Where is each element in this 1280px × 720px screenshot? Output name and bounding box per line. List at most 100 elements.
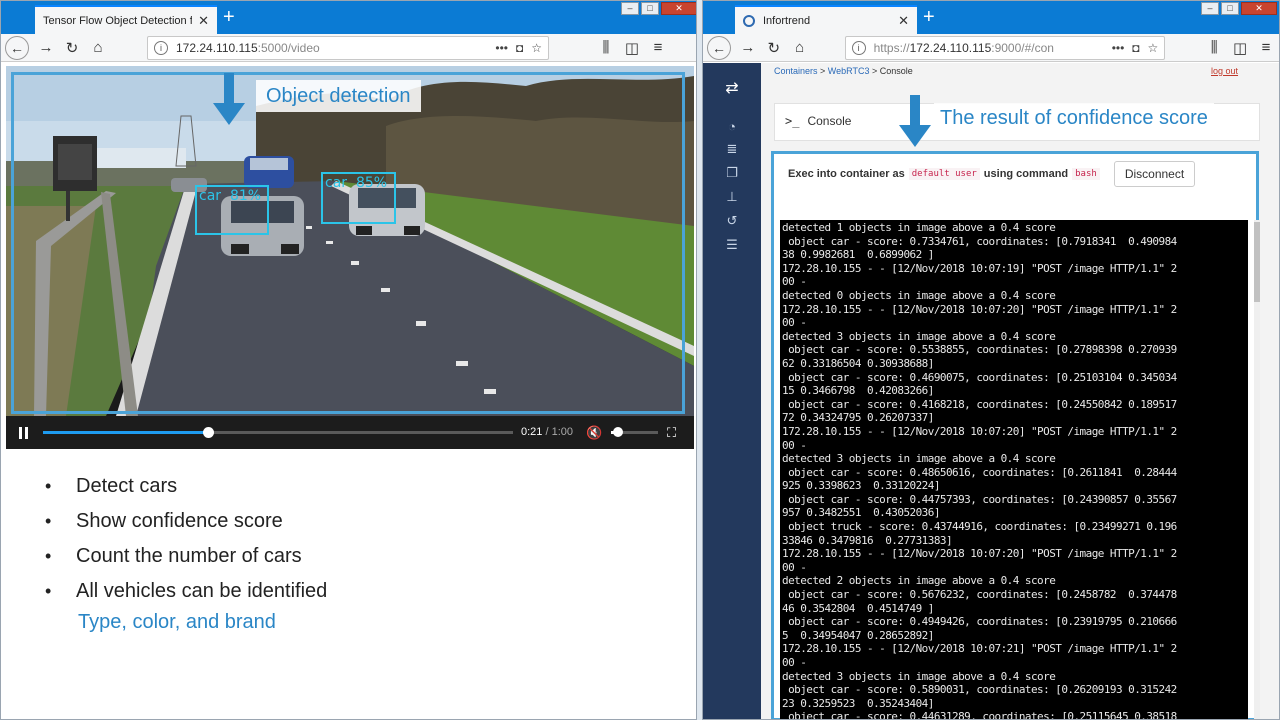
stack-icon[interactable]: ❐: [723, 165, 741, 181]
forward-arrow-icon[interactable]: →: [735, 39, 761, 56]
terminal-line: object truck - score: 0.43744916, coordi…: [782, 520, 1177, 534]
tab-title: Tensor Flow Object Detection fro: [43, 14, 193, 27]
breadcrumb-sep: >: [869, 66, 880, 76]
terminal-line: 925 0.3398623 0.33120224]: [782, 479, 940, 493]
volume-slider[interactable]: [611, 427, 658, 437]
url-path: :5000/video: [257, 40, 320, 55]
breadcrumb-containers[interactable]: Containers: [774, 66, 818, 76]
logout-link[interactable]: log out: [1211, 66, 1238, 76]
minimize-icon[interactable]: –: [1201, 2, 1219, 15]
progress-scrubber[interactable]: [202, 427, 214, 438]
volume-knob[interactable]: [613, 427, 624, 437]
pocket-icon[interactable]: ◘: [516, 41, 523, 55]
progress-bar[interactable]: [43, 427, 513, 438]
back-arrow-icon[interactable]: ←: [707, 35, 731, 60]
desktop: Tensor Flow Object Detection fro ✕ + – □…: [0, 0, 1280, 720]
more-actions-icon[interactable]: •••: [1112, 41, 1125, 55]
maximize-icon[interactable]: □: [641, 2, 659, 15]
object-detection-highlight: [11, 72, 685, 414]
library-icon[interactable]: ⫼: [593, 39, 619, 56]
disconnect-button[interactable]: Disconnect: [1113, 161, 1196, 187]
subnote: Type, color, and brand: [78, 611, 276, 633]
url-scheme: https://: [873, 40, 910, 55]
hamburger-menu-icon[interactable]: ≡: [645, 39, 671, 56]
breadcrumb: Containers > WebRTC3 > Console: [774, 66, 913, 76]
sidebar-toggle-icon[interactable]: ◫: [1227, 39, 1253, 57]
app-sidebar: ⇄ ◔ ≣ ❐ ⊥ ↺ ☰: [703, 63, 761, 719]
close-window-icon[interactable]: ✕: [661, 2, 696, 15]
url-bar[interactable]: i 172.24.110.115:5000/video ••• ◘ ☆: [147, 35, 549, 60]
site-info-icon[interactable]: i: [154, 40, 168, 55]
terminal-line: 72 0.34324795 0.26207337]: [782, 411, 934, 425]
bookmark-star-icon[interactable]: ☆: [1148, 41, 1159, 55]
close-window-icon[interactable]: ✕: [1241, 2, 1277, 15]
duration: 1:00: [551, 426, 574, 438]
hamburger-menu-icon[interactable]: ≡: [1253, 39, 1279, 56]
terminal-line: 62 0.33186504 0.30938688]: [782, 356, 934, 370]
exec-prefix: Exec into container as: [788, 168, 905, 180]
breadcrumb-sep: >: [817, 66, 828, 76]
terminal-scrollbar[interactable]: [1254, 220, 1260, 719]
terminal-line: 172.28.10.155 - - [12/Nov/2018 10:07:19]…: [782, 261, 1177, 275]
home-icon[interactable]: ⌂: [85, 39, 111, 56]
network-icon[interactable]: ⊥: [723, 189, 741, 205]
sidebar-toggle-icon[interactable]: ◫: [619, 39, 645, 57]
maximize-icon[interactable]: □: [1221, 2, 1239, 15]
browser-window-left: Tensor Flow Object Detection fro ✕ + – □…: [0, 0, 697, 720]
exec-row: Exec into container as default user usin…: [788, 160, 1248, 188]
terminal-line: object car - score: 0.4949426, coordinat…: [782, 615, 1177, 629]
terminal-line: object car - score: 0.48650616, coordina…: [782, 465, 1177, 479]
dashboard-icon[interactable]: ◔: [723, 119, 741, 135]
more-actions-icon[interactable]: •••: [495, 41, 508, 55]
close-tab-icon[interactable]: ✕: [198, 13, 209, 29]
new-tab-icon[interactable]: +: [223, 7, 235, 27]
terminal-line: object car - score: 0.7334761, coordinat…: [782, 234, 1177, 248]
tab-infortrend[interactable]: Infortrend ✕: [735, 5, 917, 34]
reload-icon[interactable]: ↻: [59, 39, 85, 57]
minimize-icon[interactable]: –: [621, 2, 639, 15]
breadcrumb-console: Console: [879, 66, 913, 76]
reload-icon[interactable]: ↻: [761, 39, 787, 57]
back-arrow-icon[interactable]: ←: [5, 35, 29, 60]
terminal-line: 00 -: [782, 656, 807, 669]
url-text[interactable]: 172.24.110.115:5000/video: [176, 41, 487, 55]
terminal-output[interactable]: detected 1 objects in image above a 0.4 …: [780, 220, 1248, 719]
terminal-line: 172.28.10.155 - - [12/Nov/2018 10:07:20]…: [782, 424, 1177, 438]
swap-arrows-icon[interactable]: ⇄: [723, 81, 741, 97]
pause-icon[interactable]: [19, 427, 30, 439]
site-info-icon[interactable]: i: [851, 40, 866, 55]
browser-window-right: Infortrend ✕ + – □ ✕ ← → ↻ ⌂ i https://1…: [702, 0, 1280, 720]
terminal-line: object car - score: 0.5538855, coordinat…: [782, 343, 1177, 357]
pocket-icon[interactable]: ◘: [1132, 41, 1139, 55]
time-display: 0:21 / 1:00: [521, 426, 573, 438]
fullscreen-icon[interactable]: ⛶: [667, 425, 676, 441]
database-icon[interactable]: ☰: [723, 237, 741, 253]
terminal-line: 957 0.3482551 0.43052036]: [782, 506, 940, 520]
forward-arrow-icon[interactable]: →: [33, 39, 59, 56]
bookmark-star-icon[interactable]: ☆: [531, 41, 542, 55]
terminal-line: 15 0.3466798 0.42083266]: [782, 384, 934, 398]
list-item: Count the number of cars: [45, 541, 327, 576]
close-tab-icon[interactable]: ✕: [898, 13, 909, 29]
video-controls: 0:21 / 1:00 🔇 ⛶: [6, 416, 694, 449]
tab-title: Infortrend: [763, 14, 811, 27]
new-tab-icon[interactable]: +: [923, 7, 935, 27]
breadcrumb-container[interactable]: WebRTC3: [828, 66, 870, 76]
tab-object-detection[interactable]: Tensor Flow Object Detection fro ✕: [35, 5, 217, 34]
library-icon[interactable]: ⫼: [1201, 39, 1227, 56]
terminal-line: 00 -: [782, 275, 807, 289]
mute-icon[interactable]: 🔇: [586, 425, 602, 441]
url-bar[interactable]: i https://172.24.110.115:9000/#/con ••• …: [844, 35, 1166, 60]
terminal-line: 5 0.34954047 0.28652892]: [782, 628, 934, 642]
url-text[interactable]: https://172.24.110.115:9000/#/con: [874, 41, 1104, 55]
nav-bar: ← → ↻ ⌂ i 172.24.110.115:5000/video ••• …: [1, 34, 696, 62]
window-controls: – □ ✕: [621, 2, 696, 15]
terminal-line: detected 1 objects in image above a 0.4 …: [782, 221, 1056, 234]
scrollbar-thumb[interactable]: [1254, 222, 1260, 302]
home-icon[interactable]: ⌂: [787, 39, 813, 56]
terminal-line: object car - score: 0.44757393, coordina…: [782, 492, 1177, 506]
terminal-line: 33846 0.3479816 0.27731383]: [782, 533, 953, 547]
history-icon[interactable]: ↺: [723, 213, 741, 229]
terminal-line: object car - score: 0.4168218, coordinat…: [782, 397, 1177, 411]
list-icon[interactable]: ≣: [723, 141, 741, 157]
